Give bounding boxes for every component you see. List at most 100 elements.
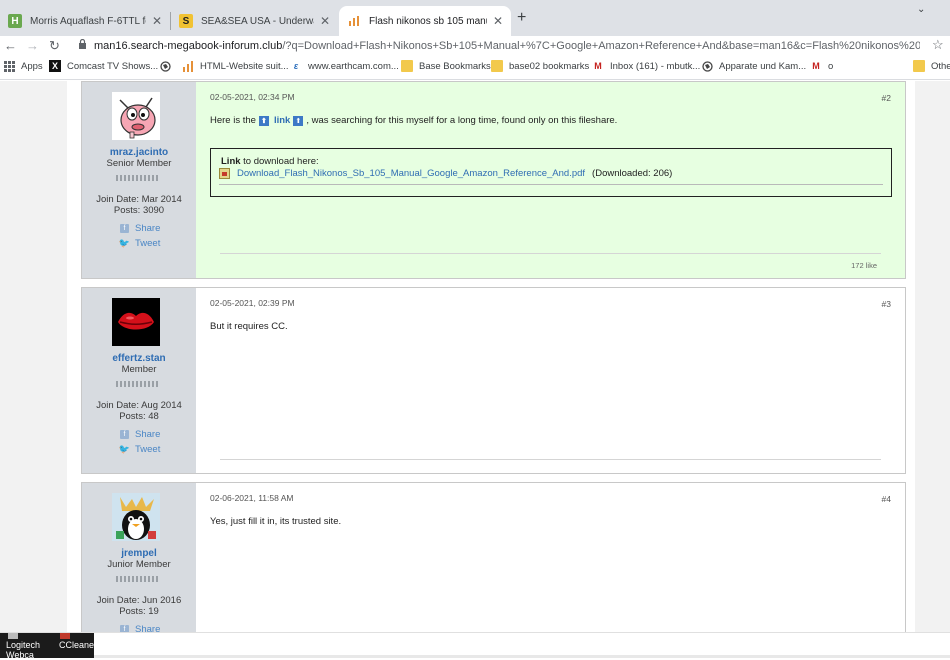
- bookmark-inbox[interactable]: M Inbox (161) - mbutk...: [592, 60, 700, 72]
- new-tab-icon[interactable]: +: [517, 9, 526, 27]
- join-date: Join Date: Aug 2014: [96, 400, 182, 411]
- inline-link[interactable]: ⬆ link: [258, 115, 290, 126]
- share-link[interactable]: f Share: [120, 624, 160, 632]
- share-link[interactable]: f Share: [120, 223, 160, 234]
- pdf-file-icon: [219, 168, 230, 179]
- tab-strip: H Morris Aquaflash F-6TTL for Niko ✕ S S…: [0, 0, 950, 36]
- bookmark-comcast-tv[interactable]: X Comcast TV Shows...: [49, 60, 158, 72]
- bookmark-base-bookmarks[interactable]: Base Bookmarks: [401, 60, 491, 72]
- forum-post: jrempel Junior Member Join Date: Jun 201…: [81, 482, 906, 632]
- folder-icon: [913, 60, 925, 72]
- chart-icon: [182, 60, 194, 72]
- username-link[interactable]: mraz.jacinto: [82, 147, 196, 158]
- forum-post: mraz.jacinto Senior Member Join Date: Ma…: [81, 81, 906, 279]
- page-viewport: mraz.jacinto Senior Member Join Date: Ma…: [0, 81, 950, 632]
- reputation-bar: [116, 175, 158, 181]
- back-arrow-icon[interactable]: ←: [4, 37, 17, 55]
- download-file-link[interactable]: Download_Flash_Nikonos_Sb_105_Manual_Goo…: [237, 168, 585, 179]
- bookmark-other[interactable]: Othe: [913, 60, 950, 72]
- twitter-bird-icon: 🐦: [118, 444, 131, 454]
- join-date: Join Date: Jun 2016: [96, 595, 182, 606]
- arrow-up-icon: ⬆: [293, 115, 304, 126]
- taskbar-apps: Logitech Webca CCleaner: [0, 633, 97, 660]
- gmail-icon: M: [812, 61, 820, 71]
- folder-icon: [491, 60, 503, 72]
- apps-grid-icon: [3, 60, 15, 72]
- tab-flash-nikonos[interactable]: Flash nikonos sb 105 manual ✕: [339, 6, 511, 36]
- twitter-bird-icon: 🐦: [118, 238, 131, 248]
- forum-post: effertz.stan Member Join Date: Aug 2014 …: [81, 287, 906, 474]
- arrow-up-icon: ⬆: [258, 115, 269, 126]
- post-count: Posts: 48: [119, 411, 159, 422]
- avatar[interactable]: [112, 92, 160, 140]
- post-number[interactable]: #4: [882, 494, 891, 504]
- post-user-pane: jrempel Junior Member Join Date: Jun 201…: [82, 483, 196, 632]
- taskbar-ccleaner[interactable]: CCleaner: [59, 640, 97, 650]
- post-date: 02-05-2021, 02:39 PM: [210, 298, 295, 308]
- chart-icon: [347, 14, 361, 28]
- tweet-link[interactable]: 🐦 Tweet: [118, 444, 160, 455]
- globe-icon: [701, 60, 713, 72]
- divider: [220, 459, 881, 460]
- bookmark-apparate[interactable]: Apparate und Kam...: [701, 60, 806, 72]
- post-user-pane: mraz.jacinto Senior Member Join Date: Ma…: [82, 82, 196, 278]
- bookmarks-bar: Apps X Comcast TV Shows... HTML-Website …: [0, 56, 950, 80]
- x-icon: X: [49, 60, 61, 72]
- webcam-icon: [8, 633, 18, 639]
- h-favicon-icon: H: [8, 14, 22, 28]
- avatar[interactable]: [112, 298, 160, 346]
- bookmark-base02[interactable]: base02 bookmarks: [491, 60, 589, 72]
- facebook-icon: f: [120, 430, 129, 439]
- earthcam-icon: ε: [293, 61, 299, 71]
- facebook-icon: f: [120, 224, 129, 233]
- ccleaner-icon: [60, 633, 70, 639]
- post-content: 02-05-2021, 02:39 PM #3 But it requires …: [196, 288, 905, 473]
- reload-icon[interactable]: ↻: [49, 37, 60, 55]
- bookmark-globe[interactable]: [159, 60, 177, 72]
- bookmark-html-website[interactable]: HTML-Website suit...: [182, 60, 289, 72]
- share-link[interactable]: f Share: [120, 429, 160, 440]
- username-link[interactable]: jrempel: [82, 548, 196, 559]
- globe-icon: [159, 60, 171, 72]
- like-count[interactable]: 172 like: [851, 261, 877, 270]
- facebook-icon: f: [120, 625, 129, 632]
- post-content: 02-06-2021, 11:58 AM #4 Yes, just fill i…: [196, 483, 905, 632]
- avatar[interactable]: [112, 493, 160, 541]
- chevron-down-icon[interactable]: ⌄: [917, 4, 925, 15]
- taskbar-logitech[interactable]: Logitech Webca: [6, 640, 50, 660]
- post-user-pane: effertz.stan Member Join Date: Aug 2014 …: [82, 288, 196, 473]
- lock-icon[interactable]: [78, 38, 87, 52]
- download-box: Link to download here: Download_Flash_Ni…: [210, 148, 892, 197]
- download-label: Link to download here:: [221, 156, 319, 167]
- tab-sea-and-sea[interactable]: S SEA&SEA USA - Underwater Pho ✕: [171, 6, 338, 36]
- download-count: (Downloaded: 206): [592, 168, 673, 179]
- close-tab-icon[interactable]: ✕: [152, 14, 162, 28]
- bookmark-apps[interactable]: Apps: [3, 60, 43, 72]
- close-tab-icon[interactable]: ✕: [493, 14, 503, 28]
- bookmark-o[interactable]: M o: [810, 60, 833, 72]
- reputation-bar: [116, 576, 158, 582]
- post-count: Posts: 19: [119, 606, 159, 617]
- taskbar: Logitech Webca CCleaner: [0, 632, 950, 660]
- user-rank: Junior Member: [107, 559, 171, 570]
- bookmark-star-icon[interactable]: ☆: [932, 37, 944, 53]
- tab-morris-aquaflash[interactable]: H Morris Aquaflash F-6TTL for Niko ✕: [0, 6, 170, 36]
- post-date: 02-05-2021, 02:34 PM: [210, 92, 295, 102]
- post-date: 02-06-2021, 11:58 AM: [210, 493, 294, 503]
- post-text: Here is the ⬆ link ⬆ , was searching for…: [210, 115, 618, 126]
- tweet-link[interactable]: 🐦 Tweet: [118, 238, 160, 249]
- s-favicon-icon: S: [179, 14, 193, 28]
- join-date: Join Date: Mar 2014: [96, 194, 182, 205]
- post-number[interactable]: #2: [882, 93, 891, 103]
- address-bar[interactable]: man16.search-megabook-inforum.club/?q=Do…: [94, 38, 920, 54]
- browser-toolbar: ← → ↻ man16.search-megabook-inforum.club…: [0, 36, 950, 56]
- post-number[interactable]: #3: [882, 299, 891, 309]
- username-link[interactable]: effertz.stan: [82, 353, 196, 364]
- forward-arrow-icon[interactable]: →: [26, 37, 39, 55]
- reputation-bar: [116, 381, 158, 387]
- post-text: But it requires CC.: [210, 321, 288, 332]
- bookmark-earthcam[interactable]: ε www.earthcam.com...: [290, 60, 399, 72]
- post-content: 02-05-2021, 02:34 PM #2 Here is the ⬆ li…: [196, 82, 905, 278]
- close-tab-icon[interactable]: ✕: [320, 14, 330, 28]
- divider: [219, 184, 883, 185]
